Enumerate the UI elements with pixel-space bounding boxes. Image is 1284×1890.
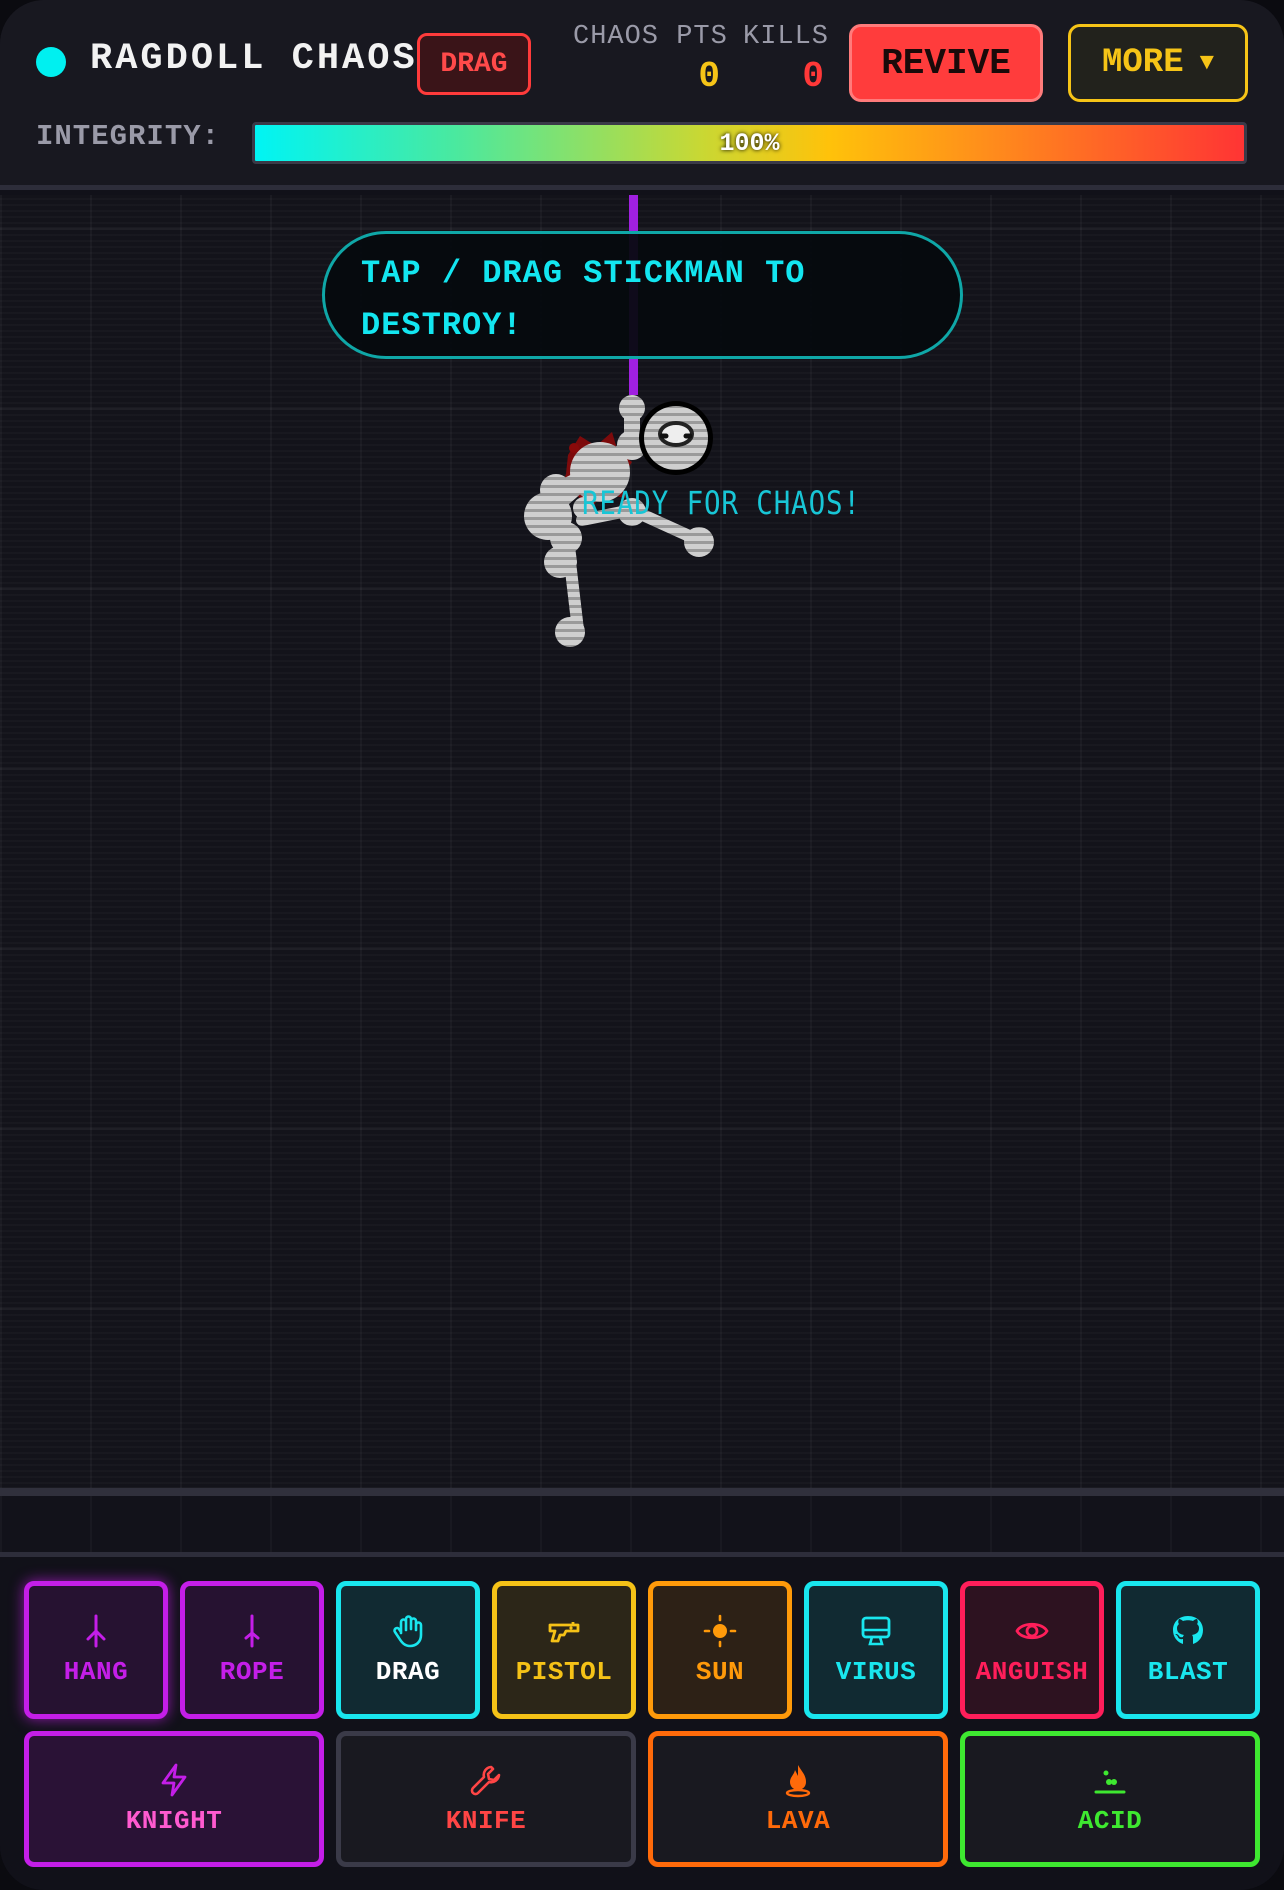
tool-label: SUN (695, 1657, 745, 1687)
tool-sun-button[interactable]: SUN (648, 1581, 792, 1719)
status-text: READY FOR CHAOS! (582, 484, 861, 522)
tool-label: VIRUS (835, 1657, 917, 1687)
tool-label: KNIFE (445, 1806, 527, 1836)
game-screen: RAGDOLL CHAOS DRAG CHAOS PTS 0 KILLS 0 R… (0, 0, 1284, 1890)
tool-rope-button[interactable]: ROPE (180, 1581, 324, 1719)
integrity-bar: 100% (252, 122, 1247, 164)
tool-label: ACID (1077, 1806, 1143, 1836)
tool-label: DRAG (375, 1657, 441, 1687)
pistol-icon (548, 1622, 580, 1643)
more-button-label: MORE (1101, 44, 1184, 82)
top-bar: RAGDOLL CHAOS DRAG CHAOS PTS 0 KILLS 0 R… (0, 0, 1284, 190)
integrity-label: INTEGRITY: (36, 120, 221, 153)
computer-icon (861, 1616, 891, 1646)
lightning-icon (161, 1763, 187, 1797)
app-title: RAGDOLL CHAOS (90, 38, 418, 80)
chaos-pts-value: 0 (698, 56, 720, 97)
tool-knight-button[interactable]: KNIGHT (24, 1731, 324, 1867)
integrity-percent: 100% (719, 128, 780, 158)
chaos-pts-label: CHAOS PTS (573, 22, 728, 52)
arena-floor (0, 1496, 1284, 1552)
eye-icon (1015, 1622, 1049, 1640)
wrench-icon (470, 1765, 501, 1796)
github-icon (1173, 1616, 1203, 1644)
triangle-down-icon: ▼ (1199, 49, 1215, 77)
tool-label: LAVA (765, 1806, 831, 1836)
more-button[interactable]: MORE ▼ (1068, 24, 1248, 102)
tool-label: ANGUISH (975, 1657, 1089, 1687)
tool-label: BLAST (1147, 1657, 1229, 1687)
tool-knife-button[interactable]: KNIFE (336, 1731, 636, 1867)
kills-label: KILLS (743, 22, 830, 52)
hand-icon (393, 1615, 423, 1648)
tool-blast-button[interactable]: BLAST (1116, 1581, 1260, 1719)
game-arena[interactable] (0, 195, 1284, 1490)
tool-label: KNIGHT (125, 1806, 223, 1836)
tool-drag-button[interactable]: DRAG (336, 1581, 480, 1719)
status-dot (36, 47, 66, 77)
revive-button[interactable]: REVIVE (849, 24, 1043, 102)
tool-anguish-button[interactable]: ANGUISH (960, 1581, 1104, 1719)
rope-icon (244, 1614, 260, 1648)
tool-label: ROPE (219, 1657, 285, 1687)
flame-icon (785, 1765, 811, 1798)
tool-lava-button[interactable]: LAVA (648, 1731, 948, 1867)
tool-virus-button[interactable]: VIRUS (804, 1581, 948, 1719)
tool-label: PISTOL (515, 1657, 613, 1687)
ground-line (0, 1488, 1284, 1496)
tool-acid-button[interactable]: ACID (960, 1731, 1260, 1867)
sun-icon (703, 1614, 737, 1648)
kills-value: 0 (802, 56, 824, 97)
tool-pistol-button[interactable]: PISTOL (492, 1581, 636, 1719)
acid-drops-icon (1094, 1770, 1126, 1794)
hanging-hook-icon (86, 1614, 106, 1648)
mode-badge: DRAG (417, 33, 531, 95)
hint-bubble: TAP / DRAG STICKMAN TO DESTROY! (322, 231, 963, 359)
tool-label: HANG (63, 1657, 129, 1687)
tool-hang-button[interactable]: HANG (24, 1581, 168, 1719)
